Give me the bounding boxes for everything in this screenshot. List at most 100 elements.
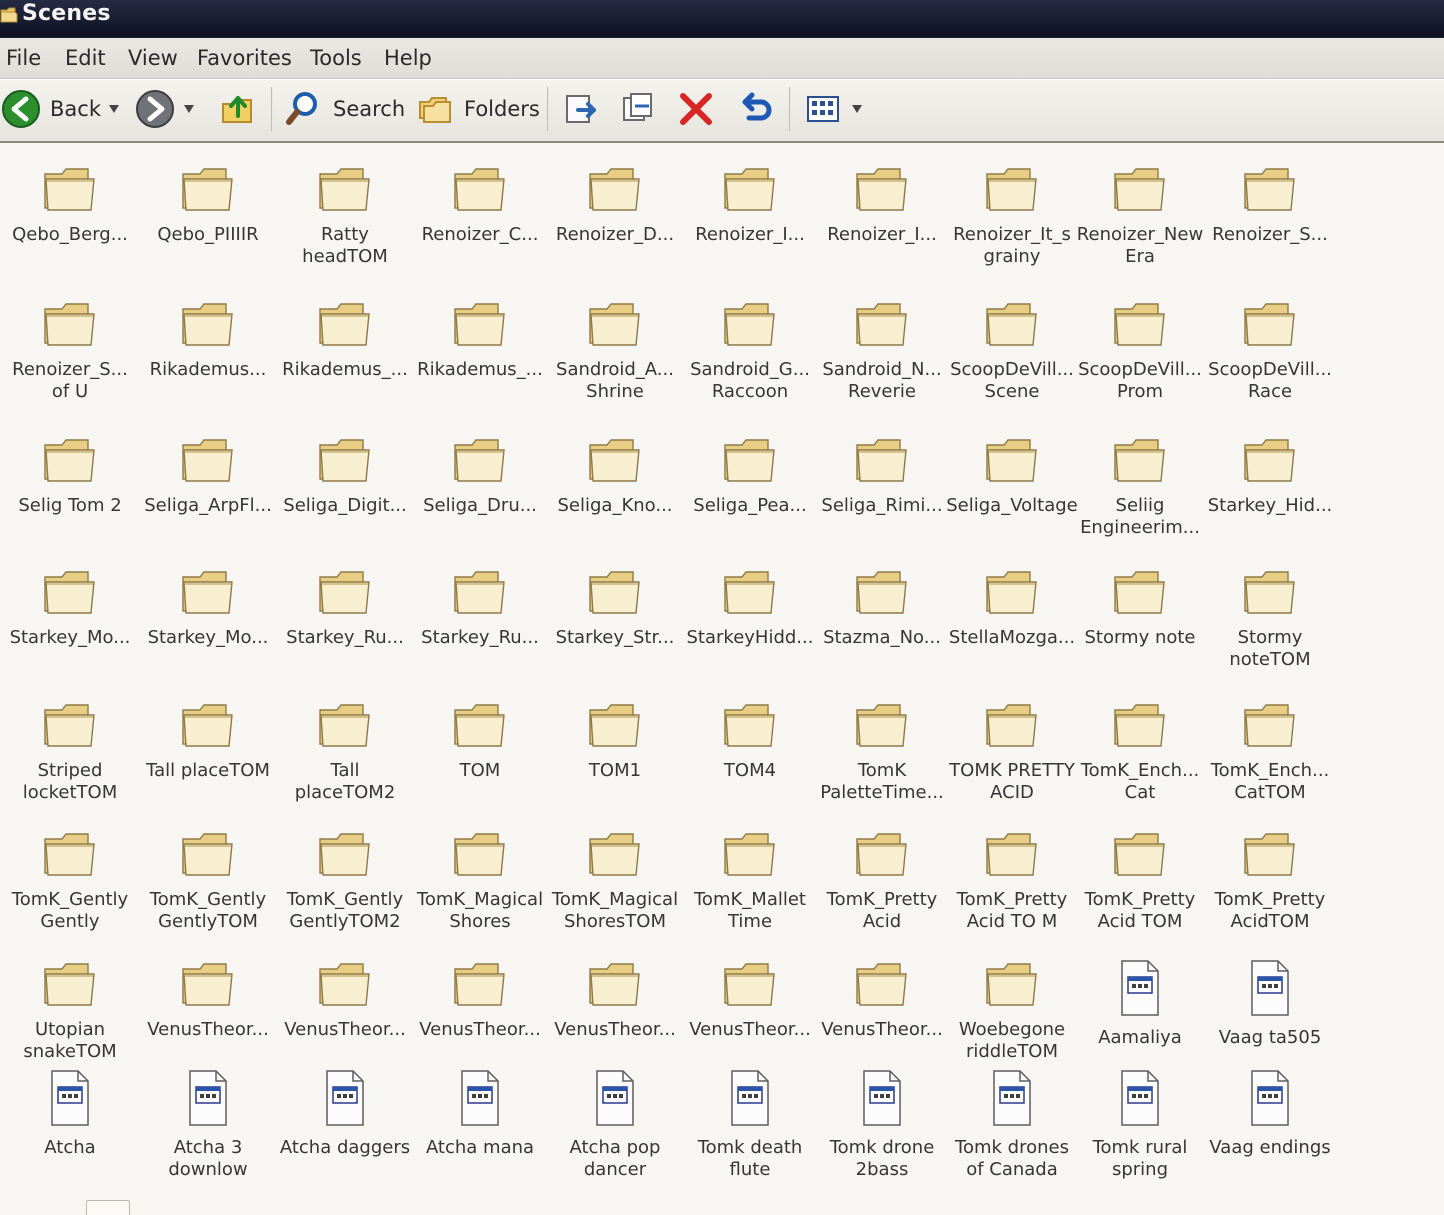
folder-item[interactable]: Starkey_Hid... — [1204, 433, 1336, 555]
file-item[interactable]: Atcha — [4, 1067, 136, 1189]
folder-item[interactable]: TomK_Pretty Acid — [816, 827, 948, 949]
folder-item[interactable]: Starkey_Ru... — [279, 565, 411, 687]
menu-edit[interactable]: Edit — [65, 46, 106, 70]
folder-item[interactable]: Qebo_Berg... — [4, 162, 136, 284]
folder-item[interactable]: Sandroid_G... Raccoon — [684, 297, 816, 419]
file-item[interactable]: Tomk drone 2bass — [816, 1067, 948, 1189]
folder-item[interactable]: VenusTheor... — [414, 957, 546, 1079]
folder-item[interactable]: Seliga_ArpFl... — [142, 433, 274, 555]
folder-item[interactable]: TomK_Pretty AcidTOM — [1204, 827, 1336, 949]
back-dropdown-icon[interactable] — [108, 105, 119, 113]
folder-item[interactable]: Renoizer_S... of U — [4, 297, 136, 419]
folder-item[interactable]: Seliga_Pea... — [684, 433, 816, 555]
folder-item[interactable]: TomK_Magical Shores — [414, 827, 546, 949]
folder-item[interactable]: Seliga_Rimi... — [816, 433, 948, 555]
folder-item[interactable]: TomK_Magical ShoresTOM — [549, 827, 681, 949]
file-item[interactable]: Tomk drones of Canada — [946, 1067, 1078, 1189]
folder-item[interactable]: Tall placeTOM2 — [279, 698, 411, 820]
folder-item[interactable]: ScoopDeVill... Race — [1204, 297, 1336, 419]
folder-item[interactable]: Ratty headTOM — [279, 162, 411, 284]
folder-item[interactable]: TOM4 — [684, 698, 816, 820]
file-item[interactable]: Tomk rural spring — [1074, 1067, 1206, 1189]
folder-item[interactable]: Rikademus... — [142, 297, 274, 419]
folder-item[interactable]: VenusTheor... — [684, 957, 816, 1079]
folder-item[interactable]: Starkey_Mo... — [142, 565, 274, 687]
folder-item[interactable]: Seliga_Kno... — [549, 433, 681, 555]
folder-item[interactable]: Renoizer_New Era — [1074, 162, 1206, 284]
folder-item[interactable]: TomK_Ench... Cat — [1074, 698, 1206, 820]
folder-item[interactable]: Renoizer_D... — [549, 162, 681, 284]
menu-tools[interactable]: Tools — [310, 46, 362, 70]
file-item[interactable]: Vaag endings — [1204, 1067, 1336, 1189]
folder-item[interactable]: TomK_Gently Gently — [4, 827, 136, 949]
folder-item[interactable]: ScoopDeVill... Prom — [1074, 297, 1206, 419]
folder-item[interactable]: Rikademus_... — [414, 297, 546, 419]
folder-item[interactable]: Stormy note — [1074, 565, 1206, 687]
copy-to-button[interactable] — [617, 86, 659, 132]
folder-item[interactable]: ScoopDeVill... Scene — [946, 297, 1078, 419]
up-button[interactable] — [217, 86, 259, 132]
folder-item[interactable]: Renoizer_It_s grainy — [946, 162, 1078, 284]
folder-item[interactable]: Starkey_Ru... — [414, 565, 546, 687]
folder-item[interactable]: Seliig Engineerim... — [1074, 433, 1206, 555]
folder-item[interactable]: VenusTheor... — [279, 957, 411, 1079]
folder-item[interactable]: TomK_Ench... CatTOM — [1204, 698, 1336, 820]
folder-item[interactable]: TOM1 — [549, 698, 681, 820]
file-item[interactable]: Aamaliya — [1074, 957, 1206, 1079]
file-item[interactable]: Vaag ta505 — [1204, 957, 1336, 1079]
folder-item[interactable]: VenusTheor... — [549, 957, 681, 1079]
folder-item[interactable]: Seliga_Digit... — [279, 433, 411, 555]
folder-item[interactable]: Qebo_PIIIIR — [142, 162, 274, 284]
folder-item[interactable]: TomK_Pretty Acid TOM — [1074, 827, 1206, 949]
file-item[interactable]: Tomk death flute — [684, 1067, 816, 1189]
menu-view[interactable]: View — [128, 46, 178, 70]
folder-item[interactable]: Seliga_Dru... — [414, 433, 546, 555]
undo-button[interactable] — [733, 86, 775, 132]
folder-item[interactable]: TomK_Pretty Acid TO M — [946, 827, 1078, 949]
folder-item[interactable]: Tall placeTOM — [142, 698, 274, 820]
folders-button[interactable]: Folders — [414, 86, 540, 132]
folder-item[interactable]: Starkey_Str... — [549, 565, 681, 687]
folder-item[interactable]: TomK_Gently GentlyTOM — [142, 827, 274, 949]
folder-item[interactable]: StarkeyHidd... — [684, 565, 816, 687]
file-item[interactable]: Atcha daggers — [279, 1067, 411, 1189]
folder-item[interactable]: Sandroid_N... Reverie — [816, 297, 948, 419]
folder-item[interactable]: Renoizer_S... — [1204, 162, 1336, 284]
folder-item[interactable]: StellaMozga... — [946, 565, 1078, 687]
folder-item[interactable]: Renoizer_I... — [816, 162, 948, 284]
folder-item[interactable]: Sandroid_A... Shrine — [549, 297, 681, 419]
folder-item[interactable]: Selig Tom 2 — [4, 433, 136, 555]
folder-item[interactable]: VenusTheor... — [142, 957, 274, 1079]
menu-favorites[interactable]: Favorites — [197, 46, 292, 70]
folder-item[interactable]: Renoizer_I... — [684, 162, 816, 284]
folder-item[interactable]: Stazma_No... — [816, 565, 948, 687]
views-button[interactable] — [802, 86, 862, 132]
forward-button[interactable] — [134, 86, 194, 132]
folder-item[interactable]: Woebegone riddleTOM — [946, 957, 1078, 1079]
folder-item[interactable]: Utopian snakeTOM — [4, 957, 136, 1079]
file-item[interactable]: Atcha 3 downlow — [142, 1067, 274, 1189]
delete-button[interactable] — [675, 86, 717, 132]
file-item[interactable]: Atcha pop dancer — [549, 1067, 681, 1189]
folder-item[interactable]: Seliga_Voltage — [946, 433, 1078, 555]
folder-item[interactable]: TomK_Mallet Time — [684, 827, 816, 949]
folder-item[interactable]: TOMK PRETTY ACID — [946, 698, 1078, 820]
folder-item[interactable]: Renoizer_C... — [414, 162, 546, 284]
views-dropdown-icon[interactable] — [852, 105, 862, 113]
folder-item[interactable]: TOM — [414, 698, 546, 820]
folder-item[interactable]: Stormy noteTOM — [1204, 565, 1336, 687]
folder-item[interactable]: TomK_Gently GentlyTOM2 — [279, 827, 411, 949]
back-button[interactable]: Back — [0, 86, 119, 132]
forward-dropdown-icon[interactable] — [184, 105, 194, 113]
menu-file[interactable]: File — [6, 46, 41, 70]
file-item[interactable]: Atcha mana — [414, 1067, 546, 1189]
move-to-button[interactable] — [560, 86, 602, 132]
folder-item[interactable]: TomK PaletteTime... — [816, 698, 948, 820]
folder-item[interactable]: Rikademus_... — [279, 297, 411, 419]
folder-item[interactable]: Striped locketTOM — [4, 698, 136, 820]
folder-item[interactable]: Starkey_Mo... — [4, 565, 136, 687]
folder-item[interactable]: VenusTheor... — [816, 957, 948, 1079]
menu-help[interactable]: Help — [384, 46, 432, 70]
folder-icon — [319, 704, 370, 747]
search-button[interactable]: Search — [283, 86, 405, 132]
